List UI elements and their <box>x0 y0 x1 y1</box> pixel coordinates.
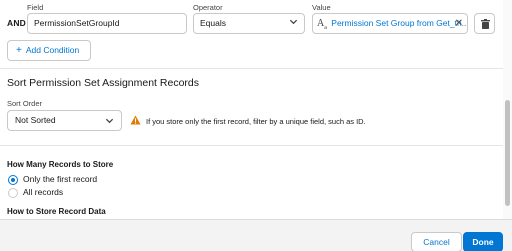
operator-select[interactable]: Equals <box>193 13 305 34</box>
radio-button-selected[interactable] <box>8 175 18 185</box>
sort-order-value: Not Sorted <box>15 115 56 125</box>
records-store-title: How Many Records to Store <box>7 160 114 169</box>
how-to-store-title: How to Store Record Data <box>7 207 106 216</box>
add-condition-label: Add Condition <box>25 45 80 55</box>
sort-order-label: Sort Order <box>7 99 43 108</box>
operator-value: Equals <box>200 18 226 28</box>
field-value: PermissionSetGroupId <box>34 18 120 28</box>
field-label: Field <box>27 3 44 12</box>
modal-footer: Cancel Done <box>0 219 512 251</box>
add-condition-button[interactable]: + Add Condition <box>7 40 91 61</box>
done-button[interactable]: Done <box>463 232 503 251</box>
filter-editor-panel: AND Field PermissionSetGroupId Operator … <box>0 0 503 251</box>
close-icon[interactable]: ✕ <box>455 14 463 33</box>
trash-icon <box>481 19 490 29</box>
chevron-down-icon <box>105 118 114 124</box>
logic-and-label: AND <box>7 18 27 28</box>
section-divider <box>0 145 503 146</box>
cancel-button[interactable]: Cancel <box>411 232 462 251</box>
value-combobox[interactable]: Aa Permission Set Group from Get_th... ✕ <box>312 13 468 34</box>
plus-icon: + <box>16 45 22 56</box>
radio-label: Only the first record <box>23 174 98 184</box>
sort-order-select[interactable]: Not Sorted <box>7 110 122 131</box>
field-combobox[interactable]: PermissionSetGroupId <box>27 13 187 34</box>
scrollbar-thumb[interactable] <box>505 100 510 206</box>
radio-label: All records <box>23 187 64 197</box>
text-resource-icon: Aa <box>317 18 327 31</box>
operator-label: Operator <box>193 3 223 12</box>
condition-row: AND Field PermissionSetGroupId Operator … <box>0 0 503 40</box>
warning-message: If you store only the first record, filt… <box>146 117 366 126</box>
value-label: Value <box>312 3 331 12</box>
value-pill-text: Permission Set Group from Get_th... <box>331 18 468 28</box>
section-divider <box>0 68 503 69</box>
delete-condition-button[interactable] <box>474 13 495 34</box>
sort-section-title: Sort Permission Set Assignment Records <box>7 77 199 89</box>
warning-icon <box>130 115 141 125</box>
radio-button[interactable] <box>8 188 18 198</box>
chevron-down-icon <box>289 19 298 25</box>
